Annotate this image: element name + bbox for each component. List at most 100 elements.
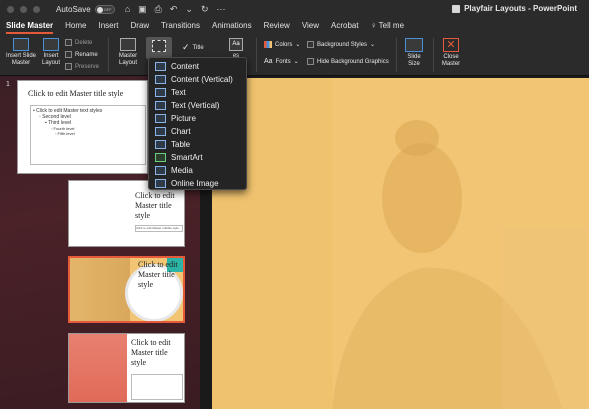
hide-background-graphics-checkbox[interactable]: Hide Background Graphics [307,58,389,65]
preserve-icon [65,63,72,70]
tab-transitions[interactable]: Transitions [161,18,200,34]
layout-icon [43,38,59,51]
dropdown-item-smartart[interactable]: SmartArt [149,151,246,164]
layout-thumbnail-picture[interactable]: Click to edit Master title style [68,256,185,323]
insert-placeholder-button[interactable] [146,37,172,59]
rename-icon [65,51,72,58]
dropdown-item-content[interactable]: Content [149,60,246,73]
redo-icon[interactable]: ↻ [201,4,209,15]
quick-access-toolbar: ⌂ ▣ ⎙ ↶ ⌄ ↻ ⋯ [125,4,226,15]
thumbnail-body [131,374,183,400]
print-icon[interactable]: ⎙ [155,4,162,15]
title-bar: AutoSave OFF ⌂ ▣ ⎙ ↶ ⌄ ↻ ⋯ Playfair Layo… [0,0,589,18]
save-icon[interactable]: ▣ [138,4,147,15]
document-title: Playfair Layouts - PowerPoint [452,4,577,13]
tab-insert[interactable]: Insert [98,18,118,34]
dropdown-item-table[interactable]: Table [149,138,246,151]
tab-animations[interactable]: Animations [212,18,252,34]
fonts-button[interactable]: Aa Fonts ⌄ [264,58,299,65]
lightbulb-icon: ♀ [370,21,379,30]
rename-button[interactable]: Rename [65,51,98,58]
ribbon-separator [396,38,397,72]
thumbnail-photo [69,334,127,402]
checkbox-icon [307,58,314,65]
tab-tell-me[interactable]: ♀ Tell me [371,18,404,34]
thumbnail-photo [70,258,130,321]
insert-slide-master-button[interactable]: Insert Slide Master [4,38,38,67]
slide-size-button[interactable]: Slide Size [401,38,427,68]
thumbnail-title: Click to edit Master title style [131,338,171,367]
autosave[interactable]: AutoSave OFF [56,4,115,14]
text-icon [155,88,166,97]
thumbnail-title: Click to edit Master title style [138,260,178,289]
decorative-arc [69,181,125,227]
master-slide-thumbnail[interactable]: Click to edit Master title style • Click… [17,80,148,174]
close-window-icon[interactable] [7,5,14,13]
window-controls[interactable] [7,5,40,13]
colors-button[interactable]: Colors ⌄ [264,41,300,48]
thumbnail-title: Click to edit Master title style [135,191,175,220]
layout-thumbnail-title[interactable]: Click to edit Master title style Click t… [68,180,185,247]
chart-icon [155,127,166,136]
maximize-window-icon[interactable] [33,5,40,13]
master-layout-icon [120,38,136,51]
ribbon: Insert Slide Master Insert Layout Delete… [0,34,589,76]
master-layout-button[interactable]: Master Layout [113,38,143,67]
ribbon-tabs: Slide Master Home Insert Draw Transition… [0,18,589,34]
checkmark-icon: ✓ [182,42,190,52]
autosave-toggle[interactable]: OFF [94,4,115,14]
document-icon [452,4,461,13]
insert-layout-button[interactable]: Insert Layout [40,38,62,67]
chevron-down-icon: ⌄ [293,59,299,65]
slide-photo [212,78,589,409]
background-styles-button[interactable]: Background Styles ⌄ [307,41,375,48]
slide-master-icon [13,38,29,51]
dropdown-item-text[interactable]: Text [149,86,246,99]
minimize-window-icon[interactable] [20,5,27,13]
close-master-icon: ✕ [443,38,459,52]
placeholder-icon [152,40,166,52]
dropdown-item-chart[interactable]: Chart [149,125,246,138]
ribbon-separator [256,38,257,72]
undo-icon[interactable]: ↶ [170,4,178,15]
ribbon-separator [433,38,434,72]
content-vertical-icon [155,75,166,84]
title-checkbox[interactable]: ✓ Title [182,42,204,53]
layout-thumbnail-content[interactable]: Click to edit Master title style [68,333,185,403]
content-icon [155,62,166,71]
slide-number: 1 [6,81,10,88]
insert-placeholder-dropdown: Content Content (Vertical) Text Text (Ve… [148,57,247,190]
more-icon[interactable]: ⋯ [217,4,226,15]
dropdown-item-online-image[interactable]: Online Image [149,177,246,190]
thumbnail-title: Click to edit Master title style [28,89,124,98]
tab-draw[interactable]: Draw [131,18,150,34]
background-styles-icon [307,41,314,48]
dropdown-item-content-vertical[interactable]: Content (Vertical) [149,73,246,86]
tab-home[interactable]: Home [65,18,86,34]
document-title-text: Playfair Layouts - PowerPoint [464,4,577,13]
dropdown-item-picture[interactable]: Picture [149,112,246,125]
tab-acrobat[interactable]: Acrobat [331,18,359,34]
chevron-down-icon: ⌄ [370,42,376,48]
undo-dropdown-icon[interactable]: ⌄ [185,4,193,15]
dropdown-item-media[interactable]: Media [149,164,246,177]
thumbnail-body: • Click to edit Master text styles ◦ Sec… [30,105,146,165]
tab-slide-master[interactable]: Slide Master [6,18,54,34]
delete-icon [65,39,72,46]
dropdown-item-text-vertical[interactable]: Text (Vertical) [149,99,246,112]
delete-button[interactable]: Delete [65,39,92,46]
table-icon [155,140,166,149]
preserve-button[interactable]: Preserve [65,63,99,70]
slide-size-icon [405,38,423,52]
colors-icon [264,41,272,48]
tab-view[interactable]: View [302,18,319,34]
picture-icon [155,114,166,123]
close-master-button[interactable]: ✕ Close Master [437,38,465,68]
ribbon-separator [108,38,109,72]
text-vertical-icon [155,101,166,110]
chevron-down-icon: ⌄ [295,42,301,48]
tab-review[interactable]: Review [264,18,290,34]
themes-icon: Aa [229,38,243,51]
slide-editor[interactable] [212,78,589,409]
home-icon[interactable]: ⌂ [125,4,130,15]
